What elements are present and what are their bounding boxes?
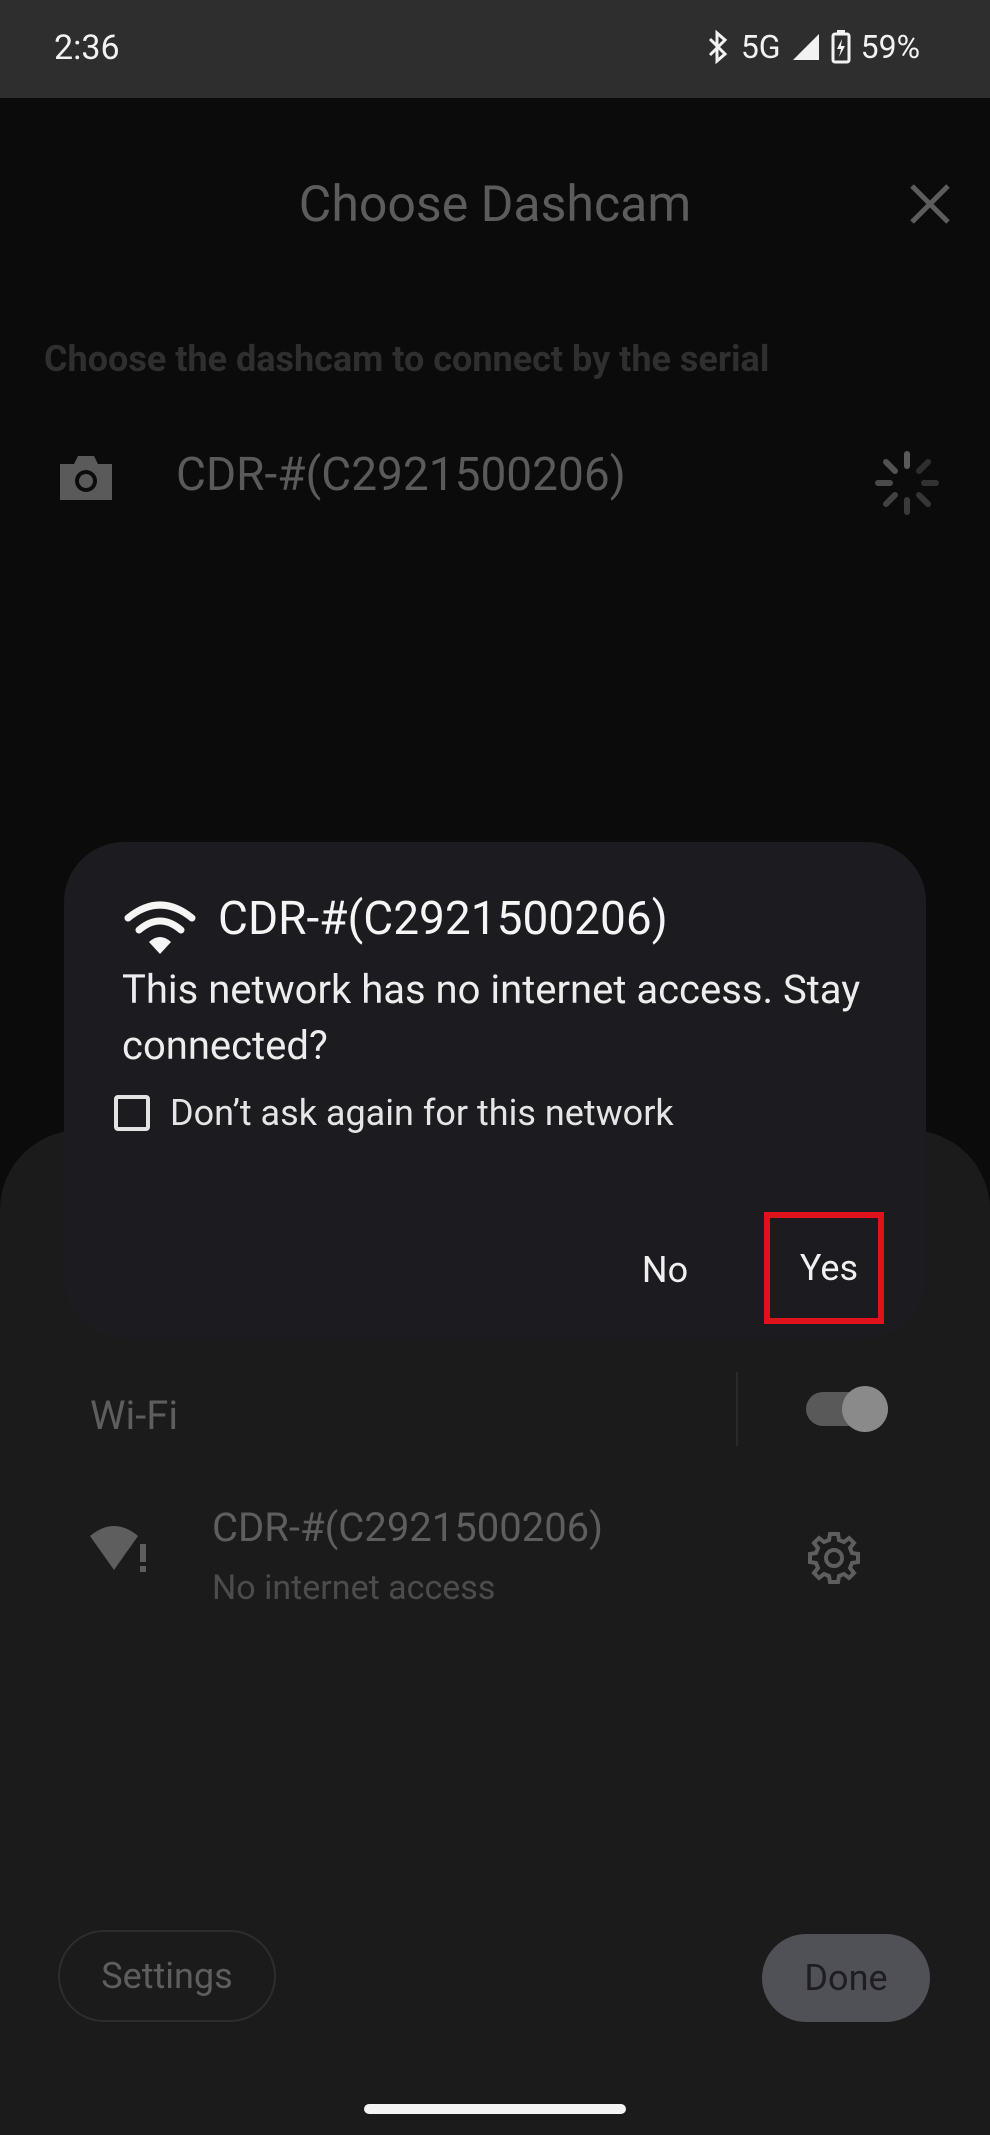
divider — [736, 1372, 738, 1446]
home-indicator[interactable] — [364, 2104, 626, 2114]
dont-ask-again-row[interactable]: Don’t ask again for this network — [114, 1088, 674, 1138]
dialog-message: This network has no internet access. Sta… — [122, 966, 861, 1069]
network-type-label: 5G — [740, 28, 781, 66]
network-name[interactable]: CDR-#(C2921500206) — [212, 1504, 603, 1551]
page-title: Choose Dashcam — [298, 176, 692, 234]
no-button[interactable]: No — [620, 1240, 710, 1300]
network-status: No internet access — [212, 1568, 496, 1608]
status-icons: 5G 59% — [705, 28, 920, 66]
page-subtitle: Choose the dashcam to connect by the ser… — [44, 338, 770, 380]
wifi-toggle[interactable] — [806, 1386, 888, 1432]
status-bar: 2:36 5G 59% — [0, 0, 990, 98]
yes-button-highlight-box — [764, 1212, 884, 1324]
settings-button[interactable]: Settings — [58, 1930, 276, 2022]
gear-icon[interactable] — [806, 1530, 862, 1586]
dialog-title: CDR-#(C2921500206) — [218, 892, 668, 946]
status-time: 2:36 — [54, 28, 120, 68]
dashcam-list-item[interactable]: CDR-#(C2921500206) — [0, 428, 990, 528]
signal-icon — [791, 32, 821, 62]
wifi-warning-icon — [88, 1522, 152, 1578]
done-button[interactable]: Done — [762, 1934, 930, 2022]
wifi-icon — [122, 898, 198, 958]
loading-spinner-icon — [872, 448, 942, 518]
battery-icon — [831, 30, 851, 64]
battery-percent: 59% — [860, 28, 920, 66]
dashcam-serial-label: CDR-#(C2921500206) — [176, 448, 626, 502]
camera-icon — [56, 452, 116, 504]
dont-ask-again-label: Don’t ask again for this network — [170, 1092, 674, 1134]
bluetooth-icon — [705, 30, 731, 64]
wifi-label: Wi-Fi — [90, 1392, 179, 1439]
dont-ask-again-checkbox[interactable] — [114, 1095, 150, 1131]
toggle-thumb — [842, 1386, 888, 1432]
close-icon[interactable] — [902, 176, 958, 232]
